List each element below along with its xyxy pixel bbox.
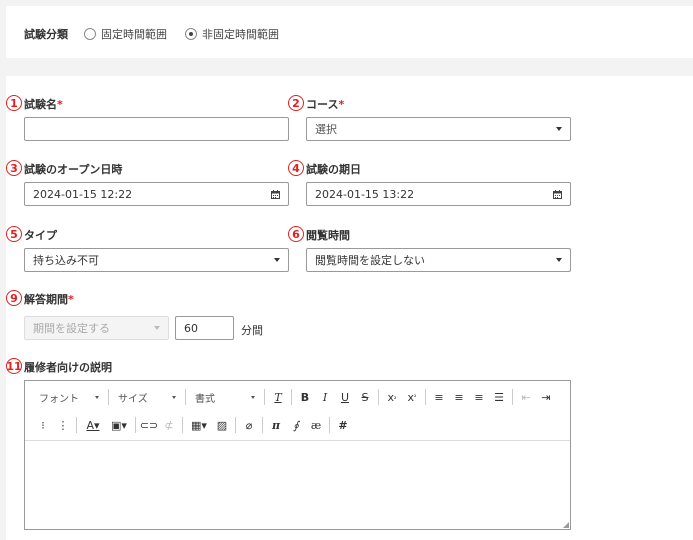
math-pi-icon[interactable]: π (266, 415, 286, 435)
exam-name-input[interactable] (24, 117, 289, 141)
marker-3: 3 (6, 160, 22, 176)
format-dropdown-label: 書式 (195, 393, 215, 405)
divider (264, 389, 265, 405)
divider (378, 389, 379, 405)
marker-1: 1 (6, 95, 22, 111)
divider (182, 417, 183, 433)
marker-2: 2 (288, 95, 304, 111)
chevron-down-icon (172, 395, 176, 399)
underline-icon[interactable]: U (335, 387, 355, 407)
subscript-icon[interactable]: x₂ (382, 387, 402, 407)
size-dropdown-label: サイズ (118, 393, 148, 405)
answer-minutes-input[interactable]: 60 (175, 316, 234, 340)
unlink-icon[interactable]: ⊄ (159, 415, 179, 435)
marker-5: 5 (6, 226, 22, 242)
chevron-down-icon (154, 326, 160, 330)
divider (135, 417, 136, 433)
table-icon[interactable]: ▦▾ (186, 415, 212, 435)
radio-fixed-time-range[interactable]: 固定時間範囲 (84, 26, 167, 42)
radio-non-fixed-time-range[interactable]: 非固定時間範囲 (185, 26, 279, 42)
attachment-icon[interactable]: ⌀ (239, 415, 259, 435)
exam-category-card: 試験分類 固定時間範囲 非固定時間範囲 (6, 6, 693, 58)
minutes-unit: 分間 (241, 324, 263, 337)
open-datetime-input[interactable]: 2024-01-15 12:22 (24, 182, 289, 206)
chevron-down-icon (556, 258, 562, 262)
superscript-icon[interactable]: x² (402, 387, 422, 407)
font-dropdown[interactable]: フォント (33, 387, 105, 407)
exam-form-card: 1 試験名* 2 コース* 選択 3 試験のオープン日時 2024-01-15 … (6, 76, 693, 540)
calendar-icon[interactable] (271, 189, 280, 199)
strikethrough-icon[interactable]: S (355, 387, 375, 407)
view-time-label: 閲覧時間 (306, 229, 350, 242)
chevron-down-icon (556, 127, 562, 131)
description-label: 履修者向けの説明 (24, 361, 112, 374)
divider (185, 389, 186, 405)
description-editor[interactable]: フォント サイズ 書式 T B I U S x₂ x² ≡ ≡ ≡ ☰ ⇤ ⇥ … (24, 380, 571, 530)
formula-icon[interactable]: ∮ (286, 415, 306, 435)
answer-period-select[interactable]: 期間を設定する (24, 316, 169, 340)
calendar-icon[interactable] (553, 189, 562, 199)
editor-toolbar-row-1: フォント サイズ 書式 T B I U S x₂ x² ≡ ≡ ≡ ☰ ⇤ ⇥ (25, 383, 570, 411)
divider (235, 417, 236, 433)
chevron-down-icon (95, 395, 99, 399)
font-dropdown-label: フォント (39, 393, 79, 405)
indent-icon[interactable]: ⇥ (536, 387, 556, 407)
text-color-icon[interactable]: A▾ (80, 415, 106, 435)
type-label: タイプ (24, 229, 57, 242)
course-select[interactable]: 選択 (306, 117, 571, 141)
radio-circle-selected[interactable] (185, 28, 197, 40)
editor-toolbar-row-2: ⁝ ⋮ A▾ ▣▾ ⊂⊃ ⊄ ▦▾ ▨ ⌀ π ∮ æ # (25, 411, 570, 439)
type-select[interactable]: 持ち込み不可 (24, 248, 289, 272)
chevron-down-icon (251, 395, 255, 399)
due-date-input[interactable]: 2024-01-15 13:22 (306, 182, 571, 206)
toolbar-divider (25, 440, 570, 441)
numbered-list-icon[interactable]: ⋮ (53, 415, 73, 435)
radio-non-fixed-label: 非固定時間範囲 (202, 28, 279, 41)
chemistry-icon[interactable]: æ (306, 415, 326, 435)
link-icon[interactable]: ⊂⊃ (139, 415, 159, 435)
radio-fixed-label: 固定時間範囲 (101, 28, 167, 41)
image-icon[interactable]: ▨ (212, 415, 232, 435)
exam-category-label: 試験分類 (24, 28, 68, 41)
open-datetime-label: 試験のオープン日時 (24, 163, 123, 176)
outdent-icon[interactable]: ⇤ (516, 387, 536, 407)
align-left-icon[interactable]: ≡ (429, 387, 449, 407)
special-characters-icon[interactable]: # (333, 415, 353, 435)
format-dropdown[interactable]: 書式 (189, 387, 261, 407)
size-dropdown[interactable]: サイズ (112, 387, 182, 407)
divider (76, 417, 77, 433)
divider (262, 417, 263, 433)
divider (425, 389, 426, 405)
marker-9: 9 (6, 290, 22, 306)
exam-name-label: 試験名* (24, 98, 63, 111)
align-center-icon[interactable]: ≡ (449, 387, 469, 407)
radio-circle[interactable] (84, 28, 96, 40)
align-right-icon[interactable]: ≡ (469, 387, 489, 407)
divider (291, 389, 292, 405)
align-justify-icon[interactable]: ☰ (489, 387, 509, 407)
divider (108, 389, 109, 405)
background-color-icon[interactable]: ▣▾ (106, 415, 132, 435)
bulleted-list-icon[interactable]: ⁝ (33, 415, 53, 435)
marker-6: 6 (288, 226, 304, 242)
resize-handle[interactable] (563, 522, 569, 528)
chevron-down-icon (274, 258, 280, 262)
answer-period-label: 解答期間* (24, 293, 74, 306)
course-label: コース* (306, 98, 345, 111)
marker-4: 4 (288, 160, 304, 176)
due-date-label: 試験の期日 (306, 163, 361, 176)
italic-icon[interactable]: I (315, 387, 335, 407)
view-time-select[interactable]: 閲覧時間を設定しない (306, 248, 571, 272)
clear-format-icon[interactable]: T (268, 387, 288, 407)
marker-11: 11 (6, 358, 22, 374)
bold-icon[interactable]: B (295, 387, 315, 407)
divider (329, 417, 330, 433)
divider (512, 389, 513, 405)
